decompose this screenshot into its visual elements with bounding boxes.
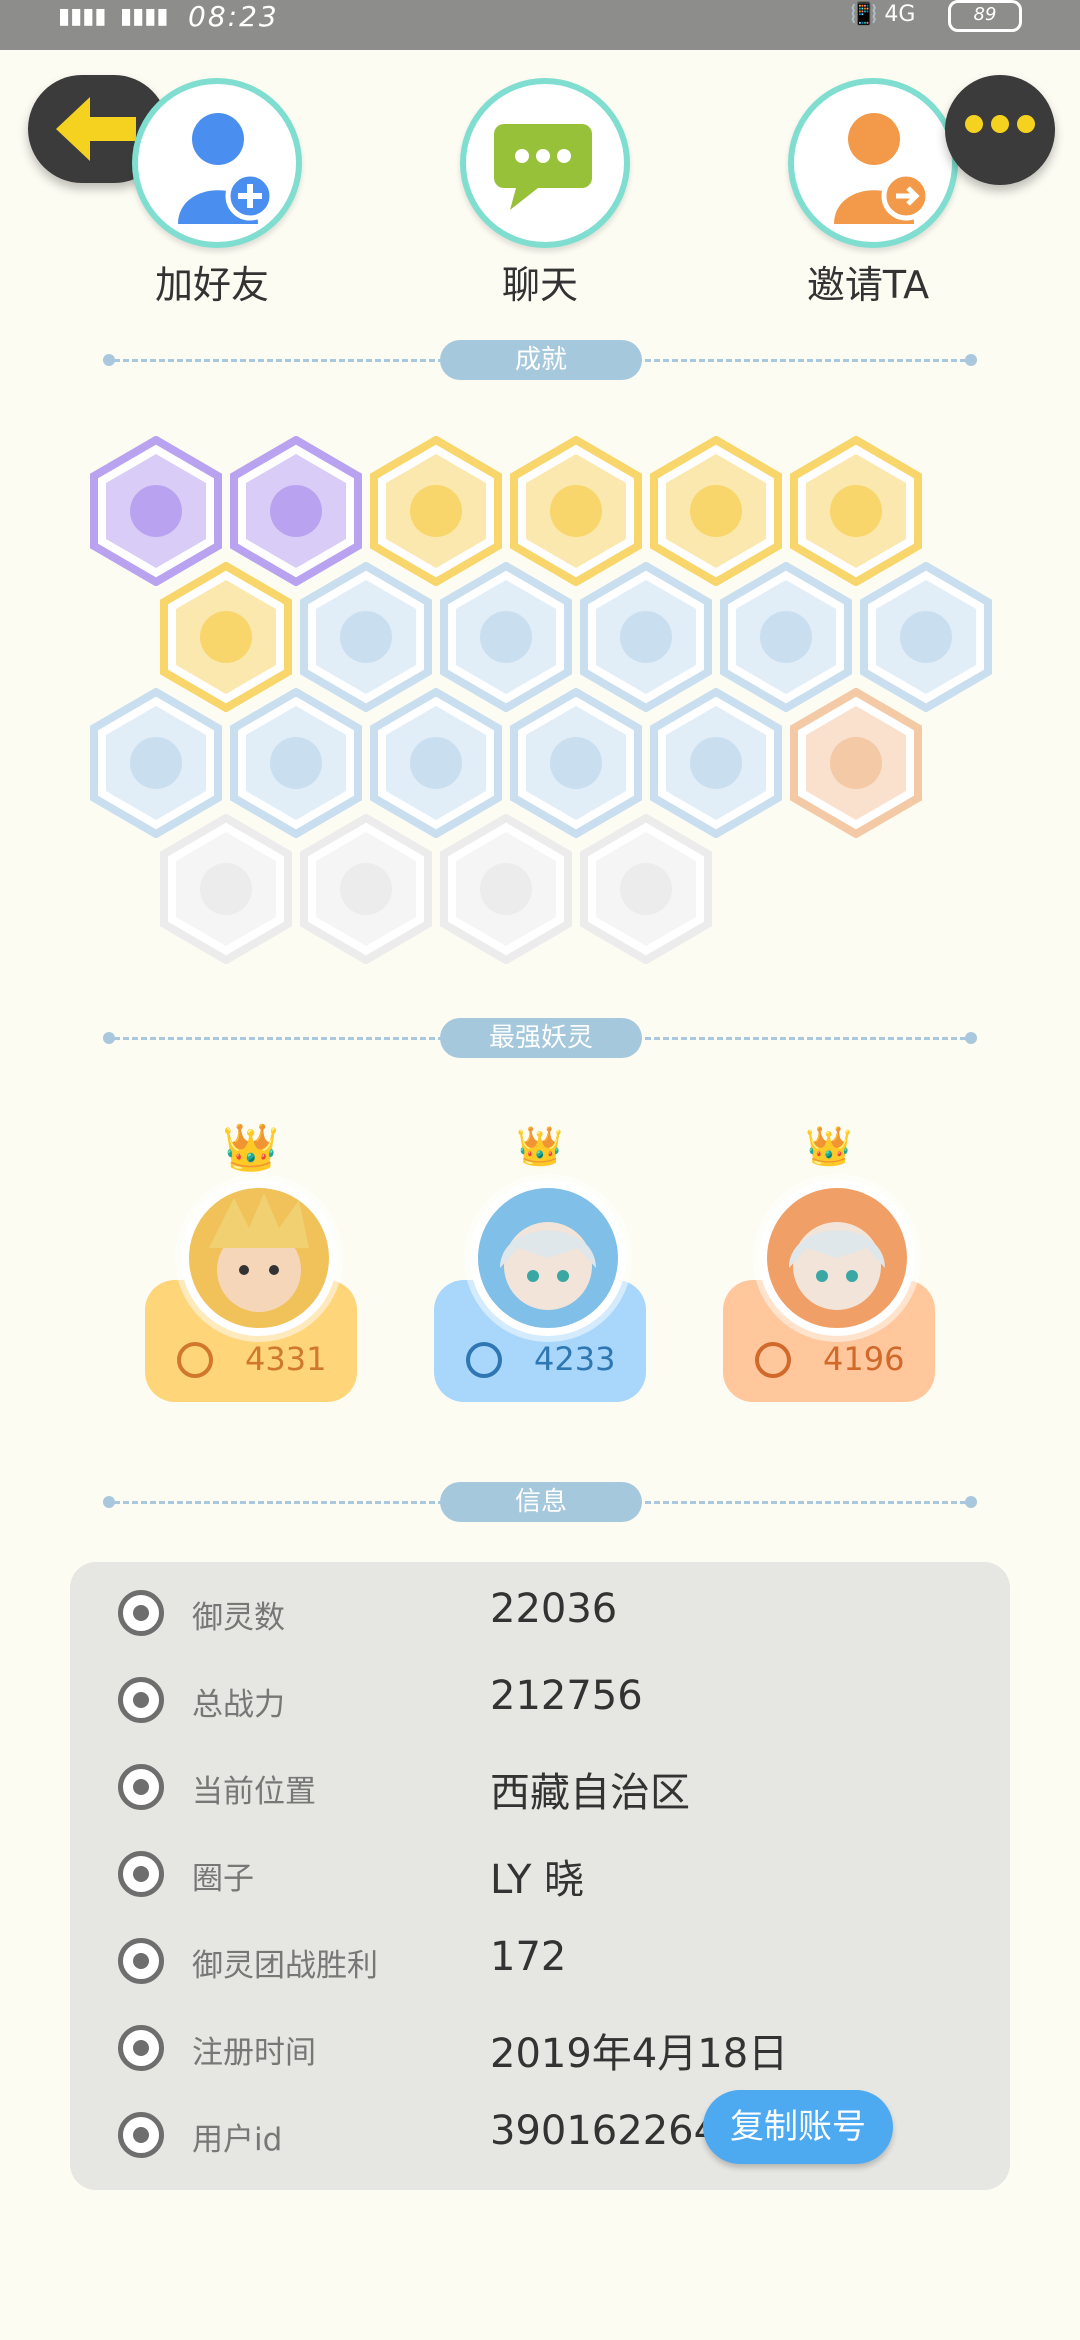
- id-icon: [118, 2112, 164, 2158]
- add-friend-button[interactable]: [132, 78, 302, 248]
- achievement-badge[interactable]: [790, 688, 922, 838]
- spirit-icon: [118, 1590, 164, 1636]
- chat-icon: [494, 124, 592, 210]
- sword-icon: [118, 1677, 164, 1723]
- info-value: 172: [490, 1934, 567, 1980]
- achievement-badge[interactable]: [160, 814, 292, 964]
- hero-portrait: [759, 1180, 915, 1336]
- info-value: 22036: [490, 1586, 618, 1632]
- invite-button[interactable]: [788, 78, 958, 248]
- info-row-location: 当前位置 西藏自治区: [70, 1756, 1010, 1816]
- info-value: 2019年4月18日: [490, 2031, 789, 2077]
- hero-portrait: [181, 1180, 337, 1336]
- info-key: 御灵团战胜利: [192, 1948, 378, 1984]
- more-icon: [965, 115, 1035, 141]
- power-icon: [177, 1342, 213, 1378]
- achievement-badge[interactable]: [300, 814, 432, 964]
- achievements-title: 成就: [440, 340, 642, 380]
- hero-portrait: [470, 1180, 626, 1336]
- crown-icon: 👑: [805, 1124, 853, 1168]
- info-value: LY 晓: [490, 1857, 585, 1903]
- info-key: 注册时间: [192, 2035, 316, 2071]
- info-row-registered: 注册时间 2019年4月18日: [70, 2017, 1010, 2077]
- info-key: 御灵数: [192, 1600, 285, 1636]
- info-title: 信息: [440, 1482, 642, 1522]
- strongest-header: 最强妖灵: [103, 1018, 977, 1058]
- add-friend-label: 加好友: [154, 263, 269, 307]
- info-row-spirits: 御灵数 22036: [70, 1582, 1010, 1642]
- location-icon: [118, 1764, 164, 1810]
- invite-icon: [834, 113, 931, 224]
- signal-icon: ▮▮▮▮: [58, 4, 107, 29]
- power-icon: [466, 1342, 502, 1378]
- more-button[interactable]: [945, 75, 1055, 185]
- status-time: 08:23: [188, 0, 279, 33]
- add-friend-action[interactable]: 加好友: [132, 78, 302, 309]
- info-value: 212756: [490, 1673, 643, 1719]
- signal-icon-2: ▮▮▮▮: [120, 4, 169, 29]
- chat-action[interactable]: 聊天: [460, 78, 630, 309]
- circle-icon: [118, 1851, 164, 1897]
- achievement-badge[interactable]: [440, 814, 572, 964]
- info-key: 圈子: [192, 1861, 254, 1897]
- chat-button[interactable]: [460, 78, 630, 248]
- trophy-icon: [118, 1938, 164, 1984]
- chat-label: 聊天: [501, 263, 578, 307]
- crown-icon: 👑: [222, 1120, 280, 1174]
- info-row-power: 总战力 212756: [70, 1669, 1010, 1729]
- info-value: 西藏自治区: [490, 1770, 690, 1816]
- invite-label: 邀请TA: [806, 263, 930, 307]
- status-bar: ▮▮▮▮ ▮▮▮▮ 08:23 📳 4G 89: [0, 0, 1080, 50]
- info-row-wins: 御灵团战胜利 172: [70, 1930, 1010, 1990]
- info-row-circle: 圈子 LY 晓: [70, 1843, 1010, 1903]
- info-key: 总战力: [192, 1687, 285, 1723]
- achievements-header: 成就: [103, 340, 977, 380]
- add-friend-icon: [178, 113, 275, 224]
- network-icon: 📳 4G: [850, 2, 916, 27]
- info-header: 信息: [103, 1482, 977, 1522]
- strongest-title: 最强妖灵: [440, 1018, 642, 1058]
- invite-action[interactable]: 邀请TA: [788, 78, 958, 309]
- info-key: 用户id: [192, 2122, 283, 2158]
- achievement-badge[interactable]: [580, 814, 712, 964]
- power-icon: [755, 1342, 791, 1378]
- info-key: 当前位置: [192, 1774, 316, 1810]
- copy-account-button[interactable]: 复制账号: [703, 2090, 893, 2164]
- battery-indicator: 89: [948, 0, 1022, 32]
- clock-icon: [118, 2025, 164, 2071]
- crown-icon: 👑: [516, 1124, 564, 1168]
